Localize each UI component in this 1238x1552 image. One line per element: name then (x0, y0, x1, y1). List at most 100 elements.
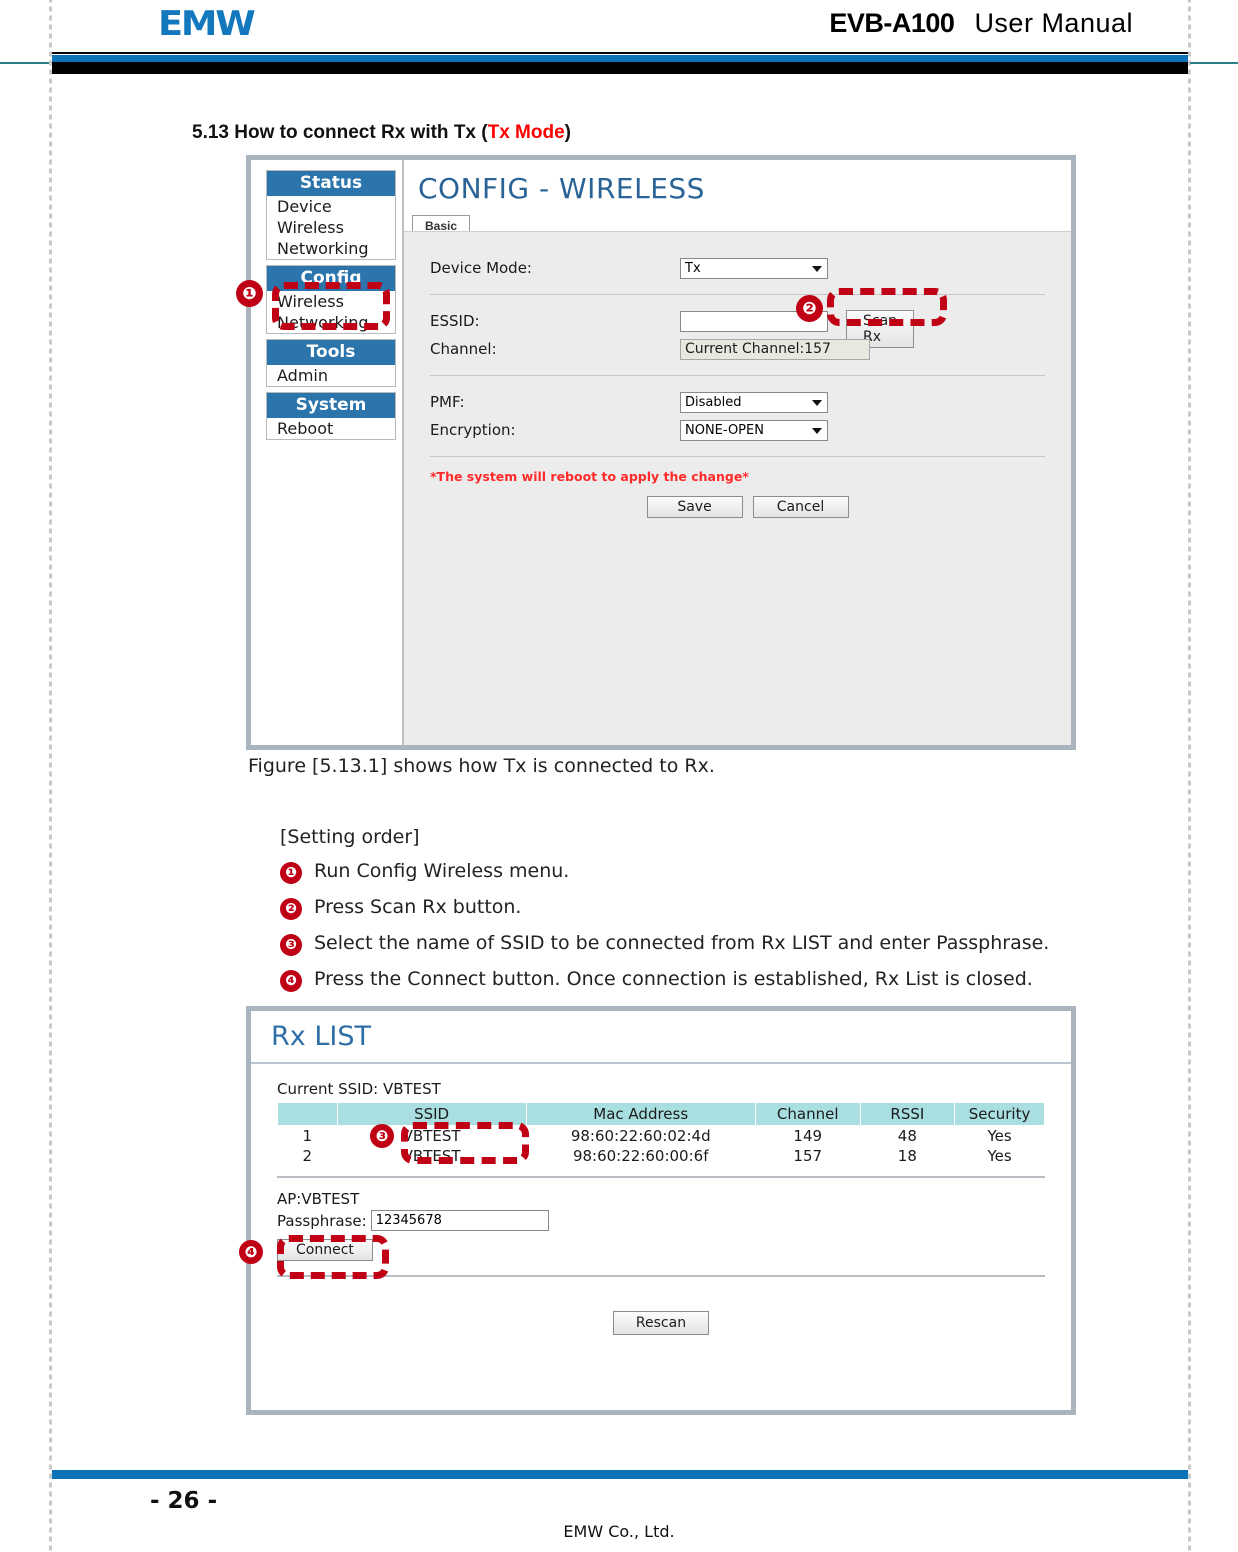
cell-index-2: 2 (302, 1147, 313, 1165)
page-number: - 26 - (150, 1488, 218, 1514)
cell-ssid-1[interactable]: VBTEST (337, 1126, 526, 1147)
step-text-2: Press Scan Rx button. (314, 896, 522, 918)
section-heading-main: 5.13 How to connect Rx with Tx ( (192, 122, 488, 143)
document-title: EVB-A100 User Manual (829, 8, 1133, 39)
setting-order-step-4: ❹ Press the Connect button. Once connect… (280, 968, 1130, 992)
step-number-1: ❶ (280, 862, 302, 884)
emw-logo: EMW (158, 4, 256, 44)
field-row-pmf: PMF: Disabled (430, 388, 1045, 416)
step-number-3: ❸ (280, 934, 302, 956)
cell-security-1: Yes (987, 1127, 1012, 1145)
rescan-row: Rescan (277, 1311, 1045, 1335)
device-mode-select[interactable]: Tx (680, 257, 828, 279)
device-mode-value: Tx (685, 260, 701, 276)
passphrase-row: Passphrase: 12345678 (277, 1210, 1045, 1231)
page-header: EMW EVB-A100 User Manual (0, 0, 1238, 78)
encryption-select[interactable]: NONE-OPEN (680, 419, 828, 441)
connect-button[interactable]: Connect (277, 1239, 373, 1261)
table-row[interactable]: 2 VBTEST 98:60:22:60:00:6f 157 18 Yes (278, 1146, 1045, 1166)
field-row-channel: Channel: Current Channel:157 (430, 335, 1045, 363)
nav-header-system: System (267, 393, 395, 418)
form-divider-3 (430, 456, 1045, 457)
col-header-channel: Channel (754, 1102, 861, 1126)
pmf-select[interactable]: Disabled (680, 391, 828, 413)
channel-value: Current Channel:157 (680, 338, 870, 360)
passphrase-label: Passphrase: (277, 1211, 367, 1230)
page-footer: - 26 - EMW Co., Ltd. (0, 1462, 1238, 1552)
passphrase-input[interactable]: 12345678 (370, 1210, 549, 1231)
page-title: CONFIG - WIRELESS (418, 172, 705, 205)
col-header-rssi: RSSI (859, 1102, 956, 1126)
sidebar-item-config-wireless[interactable]: Wireless (267, 291, 395, 312)
figure-caption: Figure [5.13.1] shows how Tx is connecte… (248, 755, 715, 777)
setting-order-step-1: ❶ Run Config Wireless menu. (280, 860, 1130, 884)
config-main-area: CONFIG - WIRELESS Basic Device Mode: Tx (404, 160, 1071, 745)
setting-order-title: [Setting order] (280, 826, 420, 848)
cell-index-1: 1 (302, 1127, 313, 1145)
save-button[interactable]: Save (646, 496, 743, 518)
sidebar-item-status-wireless[interactable]: Wireless (267, 217, 395, 238)
col-header-index (277, 1102, 338, 1126)
setting-order-block: [Setting order] ❶ Run Config Wireless me… (280, 826, 1130, 1004)
essid-label: ESSID: (430, 312, 480, 330)
section-heading-highlight: Tx Mode (487, 122, 565, 143)
cancel-button[interactable]: Cancel (752, 496, 849, 518)
rx-table-divider (277, 1176, 1045, 1178)
header-bar-black (52, 62, 1188, 74)
setting-order-step-3: ❸ Select the name of SSID to be connecte… (280, 932, 1130, 956)
field-row-device-mode: Device Mode: Tx (430, 254, 1045, 282)
annotation-marker-2: ❷ (796, 295, 823, 322)
cell-channel-1: 149 (793, 1127, 823, 1145)
annotation-marker-1: ❶ (236, 280, 263, 307)
nav-header-tools: Tools (267, 340, 395, 365)
rescan-button[interactable]: Rescan (612, 1311, 710, 1335)
footer-bar-blue (52, 1470, 1188, 1479)
step-text-1: Run Config Wireless menu. (314, 860, 570, 882)
field-row-essid: ESSID: Scan Rx (430, 307, 1045, 348)
company-name: EMW Co., Ltd. (563, 1522, 675, 1541)
section-heading: 5.13 How to connect Rx with Tx (Tx Mode) (192, 122, 571, 144)
col-header-mac: Mac Address (525, 1102, 756, 1126)
header-bar-blue (52, 55, 1188, 62)
ap-label: AP:VBTEST (277, 1190, 360, 1208)
section-heading-close: ) (564, 122, 571, 143)
col-header-ssid: SSID (336, 1102, 527, 1126)
config-form: Device Mode: Tx ESSID: Scan Rx Channel: … (404, 231, 1071, 745)
cell-rssi-2: 18 (897, 1147, 917, 1165)
channel-label: Channel: (430, 340, 497, 358)
chevron-down-icon (812, 400, 822, 406)
nav-group-tools: Tools Admin (266, 339, 396, 387)
header-line-thin (52, 52, 1188, 54)
cell-channel-2: 157 (793, 1147, 823, 1165)
cell-mac-2: 98:60:22:60:00:6f (572, 1147, 709, 1165)
sidebar-item-tools-admin[interactable]: Admin (267, 365, 395, 386)
setting-order-step-2: ❷ Press Scan Rx button. (280, 896, 1130, 920)
step-text-3: Select the name of SSID to be connected … (314, 932, 1050, 954)
rx-connect-divider (277, 1275, 1045, 1277)
current-ssid-label: Current SSID: VBTEST (277, 1080, 441, 1098)
annotation-marker-4: ❹ (239, 1240, 263, 1264)
cell-mac-1: 98:60:22:60:02:4d (570, 1127, 711, 1145)
sidebar-item-status-networking[interactable]: Networking (267, 238, 395, 259)
sidebar-item-system-reboot[interactable]: Reboot (267, 418, 395, 439)
rx-list-screenshot: Rx LIST Current SSID: VBTEST SSID Mac Ad… (246, 1006, 1076, 1415)
cell-rssi-1: 48 (897, 1127, 917, 1145)
field-row-encryption: Encryption: NONE-OPEN (430, 416, 1045, 444)
form-button-row: Save Cancel (430, 496, 1045, 518)
sidebar-item-status-device[interactable]: Device (267, 196, 395, 217)
rx-list-body: Current SSID: VBTEST SSID Mac Address Ch… (251, 1064, 1071, 1335)
annotation-marker-3: ❸ (370, 1124, 394, 1148)
right-margin-guide (1188, 0, 1191, 1552)
nav-group-status: Status Device Wireless Networking (266, 170, 396, 260)
config-wireless-screenshot: Status Device Wireless Networking Config… (246, 155, 1076, 750)
chevron-down-icon (812, 428, 822, 434)
left-margin-guide (49, 0, 52, 1552)
nav-group-system: System Reboot (266, 392, 396, 440)
cell-ssid-2[interactable]: VBTEST (337, 1146, 526, 1166)
nav-header-status: Status (267, 171, 395, 196)
sidebar-item-config-networking[interactable]: Networking (267, 312, 395, 333)
table-header-row: SSID Mac Address Channel RSSI Security (277, 1102, 1045, 1126)
encryption-value: NONE-OPEN (685, 422, 764, 438)
nav-group-config: Config Wireless Networking (266, 265, 396, 334)
step-number-4: ❹ (280, 970, 302, 992)
